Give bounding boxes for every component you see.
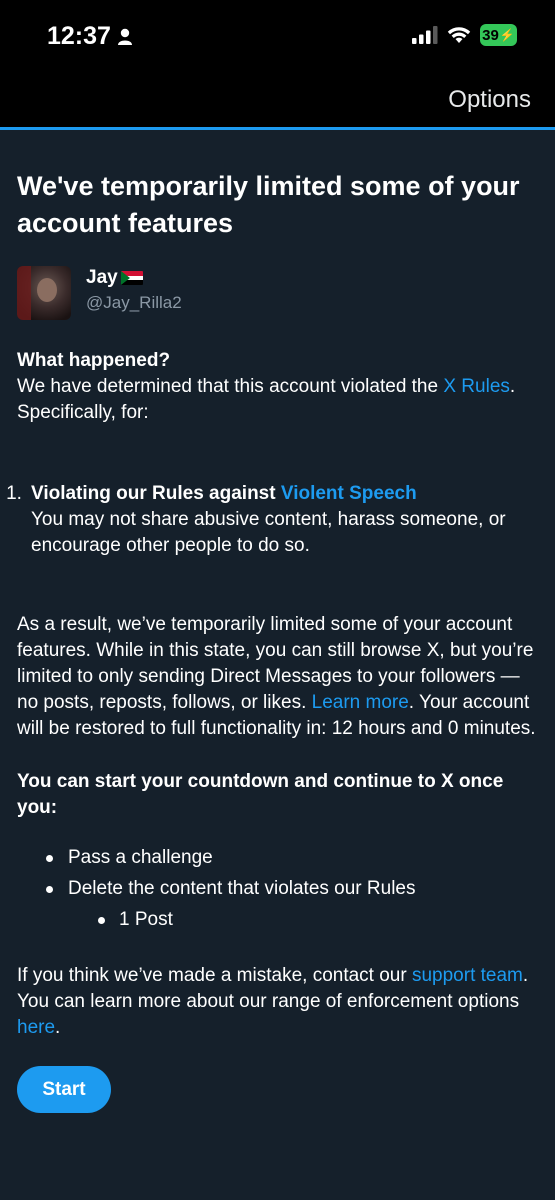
violation-title: Violating our Rules against Violent Spee… — [31, 481, 542, 507]
mistake-text-start: If you think we’ve made a mistake, conta… — [17, 965, 412, 986]
signal-icon — [412, 26, 438, 44]
header-divider — [0, 127, 555, 130]
violation-description: You may not share abusive content, haras… — [31, 509, 506, 556]
here-link[interactable]: here — [17, 1017, 55, 1038]
support-team-link[interactable]: support team — [412, 965, 523, 986]
avatar — [17, 266, 71, 320]
time-text: 12:37 — [47, 22, 111, 50]
status-time: 12:37 — [47, 22, 133, 51]
bolt-icon: ⚡ — [499, 28, 515, 42]
what-happened-text-start: We have determined that this account vio… — [17, 376, 444, 397]
battery-icon: 39 ⚡ — [480, 24, 517, 46]
notice-content: We've temporarily limited some of your a… — [6, 168, 542, 1113]
violation-item: 1. Violating our Rules against Violent S… — [6, 481, 542, 559]
user-profile: Jay @Jay_Rilla2 — [17, 266, 542, 320]
top-bar: 12:37 39 ⚡ Options — [0, 0, 555, 127]
countdown-heading: You can start your countdown and continu… — [17, 771, 504, 818]
list-item: Delete the content that violates our Rul… — [17, 873, 542, 904]
violation-title-prefix: Violating our Rules against — [31, 483, 281, 504]
result-text: As a result, we’ve temporarily limited s… — [17, 612, 542, 742]
options-button[interactable]: Options — [448, 86, 531, 114]
user-name: Jay — [86, 267, 118, 288]
learn-more-link[interactable]: Learn more — [312, 692, 409, 713]
person-icon — [117, 28, 132, 45]
list-item: Pass a challenge — [17, 842, 542, 873]
user-name-row: Jay — [86, 267, 182, 289]
profile-text: Jay @Jay_Rilla2 — [86, 266, 182, 313]
requirements-list: Pass a challenge Delete the content that… — [17, 842, 542, 904]
sub-requirements-list: 1 Post — [17, 904, 542, 935]
what-happened-text: We have determined that this account vio… — [17, 374, 542, 426]
sudan-flag-icon — [120, 271, 143, 285]
wifi-icon — [447, 27, 471, 43]
mistake-text-end: . — [55, 1017, 61, 1038]
status-icons: 39 ⚡ — [412, 24, 517, 46]
page-title: We've temporarily limited some of your a… — [17, 171, 520, 238]
mistake-text: If you think we’ve made a mistake, conta… — [17, 963, 542, 1041]
list-item: 1 Post — [17, 904, 542, 935]
violent-speech-link[interactable]: Violent Speech — [281, 483, 417, 504]
what-happened-heading: What happened? — [17, 350, 171, 371]
violation-number: 1. — [6, 483, 22, 504]
x-rules-link[interactable]: X Rules — [443, 376, 510, 397]
battery-level: 39 — [482, 26, 499, 44]
user-handle: @Jay_Rilla2 — [86, 293, 182, 312]
start-button[interactable]: Start — [17, 1066, 111, 1113]
